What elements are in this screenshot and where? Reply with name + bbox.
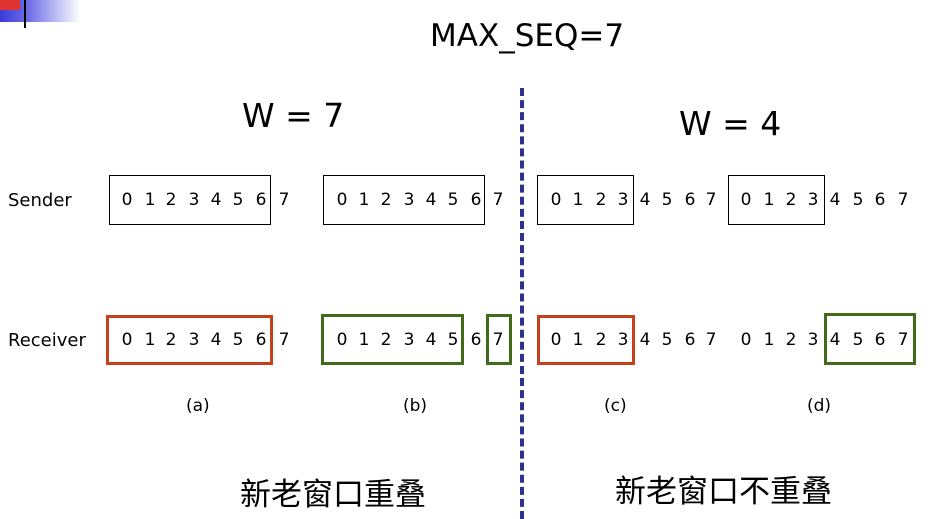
receiver-row-label: Receiver [8,330,86,351]
caption-d: (d) [807,396,832,416]
receiver-seq-b: 0 [336,330,348,350]
sender-seq-a: 1 [144,190,156,210]
receiver-seq-d: 6 [874,330,886,350]
sender-seq-a: 5 [232,190,244,210]
sender-seq-b: 7 [492,190,504,210]
receiver-seq-c: 2 [595,330,607,350]
receiver-seq-d: 7 [897,330,909,350]
receiver-seq-a: 4 [210,330,222,350]
receiver-seq-a: 3 [188,330,200,350]
receiver-seq-b: 1 [358,330,370,350]
slide-corner-accent [0,0,20,10]
sender-seq-b: 0 [336,190,348,210]
right-summary: 新老窗口不重叠 [615,474,832,510]
sender-seq-d: 7 [897,190,909,210]
receiver-seq-c: 1 [572,330,584,350]
receiver-seq-a: 1 [144,330,156,350]
sender-seq-a: 6 [255,190,267,210]
right-window-size: W = 4 [679,104,782,143]
receiver-seq-d: 1 [763,330,775,350]
sender-row-label: Sender [8,190,72,211]
receiver-seq-d: 5 [852,330,864,350]
receiver-seq-d: 3 [807,330,819,350]
sender-seq-d: 5 [852,190,864,210]
sender-seq-d: 0 [740,190,752,210]
sender-seq-b: 6 [470,190,482,210]
receiver-seq-c: 6 [684,330,696,350]
sender-seq-c: 7 [705,190,717,210]
receiver-seq-b: 5 [447,330,459,350]
receiver-seq-b: 7 [492,330,504,350]
slide-corner-bar [24,0,26,28]
sender-seq-d: 6 [874,190,886,210]
caption-c: (c) [604,396,627,416]
sender-seq-b: 1 [358,190,370,210]
section-divider [520,88,524,519]
sender-seq-d: 2 [785,190,797,210]
receiver-seq-d: 0 [740,330,752,350]
sender-seq-c: 3 [617,190,629,210]
receiver-seq-c: 0 [550,330,562,350]
left-window-size: W = 7 [242,96,345,135]
receiver-seq-c: 7 [705,330,717,350]
sender-seq-b: 5 [447,190,459,210]
sender-seq-c: 4 [639,190,651,210]
sender-seq-d: 3 [807,190,819,210]
sender-seq-d: 1 [763,190,775,210]
receiver-seq-c: 4 [639,330,651,350]
sender-seq-b: 4 [425,190,437,210]
sender-seq-d: 4 [829,190,841,210]
receiver-seq-a: 7 [278,330,290,350]
receiver-seq-a: 2 [165,330,177,350]
diagram-title: MAX_SEQ=7 [430,18,625,54]
receiver-seq-d: 2 [785,330,797,350]
receiver-seq-b: 2 [380,330,392,350]
sender-seq-a: 2 [165,190,177,210]
sender-seq-b: 2 [380,190,392,210]
sender-seq-a: 3 [188,190,200,210]
receiver-seq-c: 3 [617,330,629,350]
receiver-seq-a: 0 [121,330,133,350]
receiver-seq-c: 5 [661,330,673,350]
sender-seq-c: 6 [684,190,696,210]
receiver-seq-b: 6 [470,330,482,350]
left-summary: 新老窗口重叠 [240,477,426,513]
sender-seq-c: 1 [572,190,584,210]
receiver-seq-b: 4 [425,330,437,350]
sender-seq-c: 2 [595,190,607,210]
receiver-seq-d: 4 [829,330,841,350]
caption-b: (b) [403,396,428,416]
receiver-seq-b: 3 [403,330,415,350]
caption-a: (a) [186,396,210,416]
sender-seq-c: 0 [550,190,562,210]
sender-seq-a: 7 [278,190,290,210]
receiver-seq-a: 5 [232,330,244,350]
sender-seq-a: 0 [121,190,133,210]
sender-seq-a: 4 [210,190,222,210]
sender-seq-c: 5 [661,190,673,210]
sender-seq-b: 3 [403,190,415,210]
receiver-seq-a: 6 [255,330,267,350]
